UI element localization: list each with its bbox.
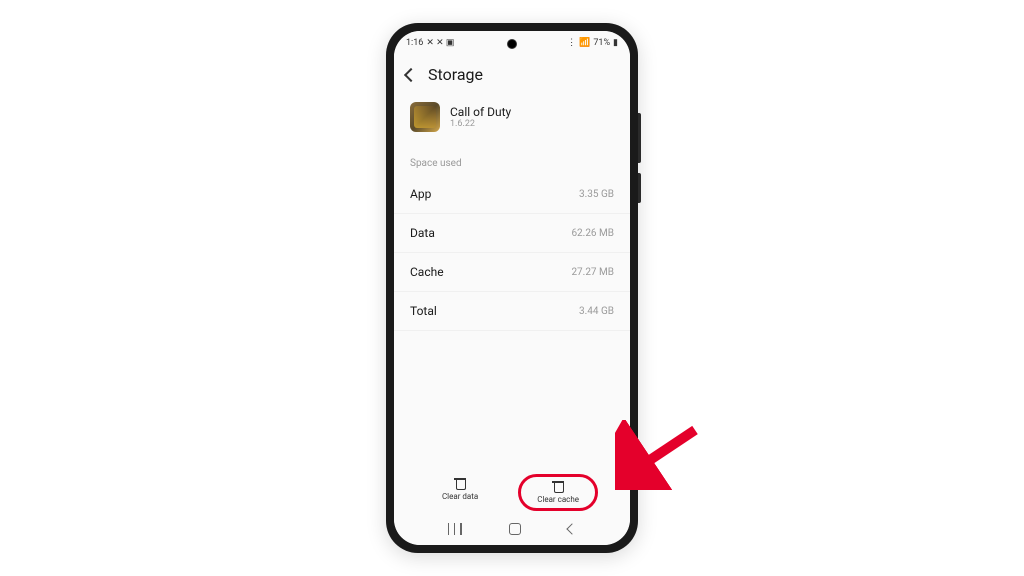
trash-icon xyxy=(552,481,564,493)
wifi-icon: ⋮ xyxy=(567,38,576,48)
power-button xyxy=(638,173,641,203)
volume-button xyxy=(638,113,641,163)
row-value: 3.44 GB xyxy=(579,306,614,317)
header: Storage xyxy=(394,55,630,94)
row-label: Data xyxy=(410,226,435,240)
row-cache: Cache 27.27 MB xyxy=(394,253,630,292)
row-app: App 3.35 GB xyxy=(394,175,630,214)
clear-data-label: Clear data xyxy=(442,492,478,501)
row-label: Cache xyxy=(410,265,444,279)
clear-data-button[interactable]: Clear data xyxy=(426,474,494,511)
front-camera xyxy=(507,39,517,49)
row-data: Data 62.26 MB xyxy=(394,214,630,253)
navigation-bar xyxy=(394,515,630,545)
bottom-actions: Clear data Clear cache xyxy=(394,466,630,515)
status-left: 1:16 ✕ ✕ ▣ xyxy=(406,38,454,48)
status-icons-left: ✕ ✕ ▣ xyxy=(426,38,454,48)
trash-icon xyxy=(454,478,466,490)
app-info-row: Call of Duty 1.6.22 xyxy=(394,94,630,144)
section-label: Space used xyxy=(394,144,630,175)
back-nav-button[interactable] xyxy=(567,523,578,534)
recent-apps-button[interactable] xyxy=(448,523,462,535)
battery-icon: ▮ xyxy=(613,38,618,48)
back-button[interactable] xyxy=(404,67,418,81)
status-time: 1:16 xyxy=(406,38,423,48)
app-version: 1.6.22 xyxy=(450,119,511,129)
phone-frame: 1:16 ✕ ✕ ▣ ⋮ 📶 71% ▮ Storage Call of Dut… xyxy=(386,23,638,553)
signal-icon: 📶 xyxy=(579,38,590,48)
status-right: ⋮ 📶 71% ▮ xyxy=(567,38,618,48)
home-button[interactable] xyxy=(509,523,521,535)
app-icon xyxy=(410,102,440,132)
row-value: 62.26 MB xyxy=(571,228,614,239)
clear-cache-button[interactable]: Clear cache xyxy=(518,474,598,511)
screen: 1:16 ✕ ✕ ▣ ⋮ 📶 71% ▮ Storage Call of Dut… xyxy=(394,31,630,545)
spacer xyxy=(394,331,630,466)
row-value: 3.35 GB xyxy=(579,189,614,200)
row-label: App xyxy=(410,187,431,201)
page-title: Storage xyxy=(428,65,483,84)
battery-percent: 71% xyxy=(593,38,610,48)
row-total: Total 3.44 GB xyxy=(394,292,630,331)
row-label: Total xyxy=(410,304,437,318)
row-value: 27.27 MB xyxy=(571,267,614,278)
app-name: Call of Duty xyxy=(450,105,511,119)
app-text: Call of Duty 1.6.22 xyxy=(450,105,511,129)
clear-cache-label: Clear cache xyxy=(537,495,579,504)
